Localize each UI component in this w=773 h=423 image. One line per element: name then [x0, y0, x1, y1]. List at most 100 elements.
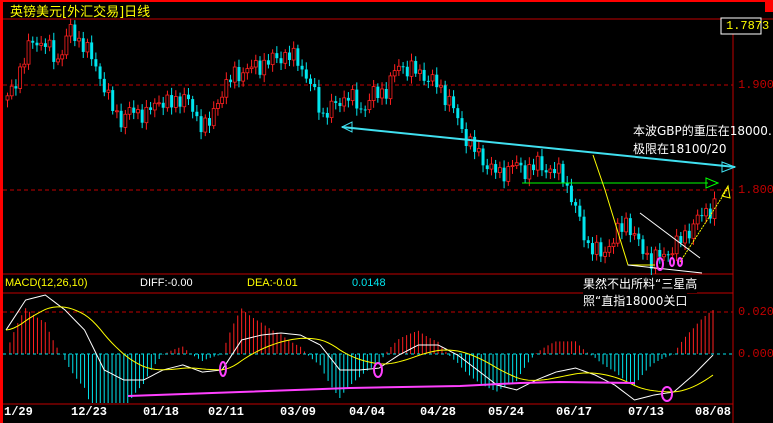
date-tick: 08/08 [695, 405, 732, 419]
candle-up [548, 168, 553, 173]
macd-marker-2 [373, 362, 383, 378]
candle-up [645, 252, 650, 255]
date-tick: 07/13 [628, 405, 665, 419]
date-tick: 04/28 [420, 405, 457, 419]
rise-arrow [721, 184, 731, 199]
candle-down [43, 43, 47, 47]
candle-down [304, 69, 308, 79]
candle-down [464, 129, 468, 147]
candle-down [359, 108, 363, 110]
triangle-top-line [639, 212, 701, 259]
candle-down [435, 74, 439, 88]
candle-down [426, 80, 430, 82]
star-marker-2 [669, 257, 675, 267]
candle-up [157, 102, 161, 105]
candle-down [637, 233, 641, 240]
candle-up [367, 100, 372, 111]
candle-down [485, 165, 489, 170]
candle-down [569, 185, 573, 203]
candle-down [199, 116, 203, 133]
candle-down [338, 102, 342, 107]
candle-up [39, 42, 44, 46]
candle-down [582, 216, 586, 241]
candle-down [519, 162, 523, 166]
candle-up [430, 74, 435, 82]
candle-down [679, 236, 683, 243]
candle-up [232, 66, 237, 83]
triangle-bottom-line [627, 264, 703, 274]
candle-down [35, 42, 39, 46]
candle-up [396, 65, 401, 72]
candle-up [136, 109, 140, 114]
candle-up [60, 54, 65, 60]
candle-down [494, 164, 498, 173]
candle-down [456, 108, 460, 119]
candle-up [624, 217, 629, 233]
candle-up [594, 241, 599, 255]
candle-up [342, 97, 347, 107]
candle-down [384, 88, 388, 99]
candle-down [590, 243, 594, 255]
candle-up [380, 88, 384, 99]
candle-down [405, 66, 409, 77]
price-tick-1.8000: 1.8000 [738, 183, 773, 197]
candle-up [683, 230, 687, 244]
candle-down [443, 85, 447, 106]
candle-down [31, 40, 35, 43]
chart-window: 英镑美元[外汇交易]日线 1.7873 1.9000 1.8000 0.0200… [0, 0, 773, 423]
candle-down [452, 96, 456, 109]
annotation-pattern-1: 果然不出所料“三星高 [583, 275, 698, 293]
candle-down [321, 112, 325, 114]
left-border [0, 0, 3, 423]
candle-up [224, 79, 229, 98]
candle-up [173, 96, 178, 108]
candle-down [161, 102, 165, 108]
candle-down [599, 242, 603, 257]
macd-value: 0.0148 [352, 277, 386, 289]
candle-up [418, 69, 422, 75]
candle-down [140, 109, 144, 123]
candle-down [658, 249, 662, 257]
annotation-resistance-2: 极限在18100/20 [633, 142, 727, 156]
candle-up [182, 94, 187, 108]
candle-up [123, 113, 128, 128]
candle-up [291, 47, 296, 61]
candle-up [56, 58, 60, 63]
annotation-resistance-1: 本波GBP的重压在18000. [633, 124, 772, 138]
price-tick-1.9000: 1.9000 [738, 78, 773, 92]
candle-down [170, 95, 174, 108]
candle-down [561, 163, 565, 183]
candle-up [47, 39, 52, 48]
candle-down [14, 86, 18, 89]
candle-down [186, 94, 190, 100]
macd-dea-value: DEA:-0.01 [247, 277, 298, 289]
annotation-pattern-2: 照“直指18000关口 [583, 292, 688, 310]
candle-up [216, 103, 220, 109]
candle-down [414, 60, 418, 74]
candle-down [275, 53, 279, 59]
candle-down [313, 83, 317, 88]
candle-down [334, 101, 338, 103]
current-price-label: 1.7873 [726, 19, 770, 33]
date-tick: 04/04 [349, 405, 386, 419]
candle-up [535, 155, 540, 171]
corner-mark [765, 0, 773, 12]
candle-down [258, 60, 262, 75]
candle-down [132, 107, 136, 113]
candle-up [115, 110, 119, 113]
candle-up [64, 35, 69, 56]
candle-up [674, 235, 679, 255]
candle-up [611, 242, 616, 248]
candle-down [641, 239, 645, 254]
date-tick: 12/23 [71, 405, 108, 419]
candle-down [523, 165, 527, 180]
candle-down [649, 253, 653, 269]
candle-up [371, 86, 376, 101]
date-tick: 05/24 [488, 405, 525, 419]
candle-down [502, 167, 506, 182]
candle-up [77, 37, 81, 42]
candle-down [376, 86, 380, 98]
date-tick: 06/17 [556, 405, 593, 419]
candle-down [544, 170, 548, 173]
candle-down [540, 156, 544, 171]
